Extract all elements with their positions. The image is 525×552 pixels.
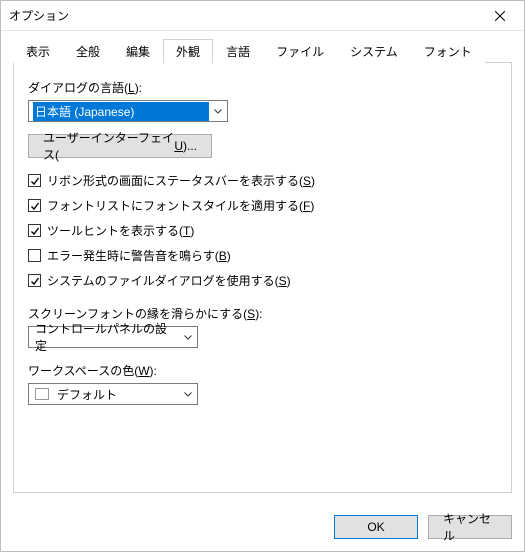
color-swatch-icon: [35, 388, 49, 400]
chevron-down-icon: [179, 392, 197, 397]
tab-font[interactable]: フォント: [411, 39, 485, 63]
tab-edit[interactable]: 編集: [113, 39, 163, 63]
chevron-down-icon: [179, 335, 197, 340]
checkbox-icon: [28, 174, 41, 187]
check-fontlist-style[interactable]: フォントリストにフォントスタイルを適用する(F): [28, 197, 497, 214]
window-title: オプション: [9, 7, 478, 24]
tab-panel-appearance: ダイアログの言語(L): 日本語 (Japanese) ユーザーインターフェイス…: [13, 63, 512, 493]
check-ribbon-status-label: リボン形式の画面にステータスバーを表示する(S): [47, 172, 315, 189]
screen-font-smooth-select[interactable]: コントロールパネルの設定: [28, 326, 198, 348]
workspace-color-label: ワークスペースの色(W):: [28, 362, 497, 379]
checkbox-icon: [28, 199, 41, 212]
cancel-button[interactable]: キャンセル: [428, 515, 512, 539]
check-error-beep-label: エラー発生時に警告音を鳴らす(B): [47, 247, 231, 264]
check-fontlist-style-label: フォントリストにフォントスタイルを適用する(F): [47, 197, 314, 214]
check-ribbon-status[interactable]: リボン形式の画面にステータスバーを表示する(S): [28, 172, 497, 189]
tab-file[interactable]: ファイル: [263, 39, 337, 63]
check-error-beep[interactable]: エラー発生時に警告音を鳴らす(B): [28, 247, 497, 264]
tab-strip: 表示 全般 編集 外観 言語 ファイル システム フォント: [13, 39, 512, 63]
workspace-color-select[interactable]: デフォルト: [28, 383, 198, 405]
check-system-file-dialog[interactable]: システムのファイルダイアログを使用する(S): [28, 272, 497, 289]
checkbox-icon: [28, 274, 41, 287]
dialog-language-value: 日本語 (Japanese): [33, 102, 209, 121]
titlebar: オプション: [1, 1, 524, 31]
check-system-file-dialog-label: システムのファイルダイアログを使用する(S): [47, 272, 291, 289]
content-area: 表示 全般 編集 外観 言語 ファイル システム フォント ダイアログの言語(L…: [1, 31, 524, 505]
tab-general[interactable]: 全般: [63, 39, 113, 63]
tab-appearance[interactable]: 外観: [163, 39, 213, 64]
dialog-footer: OK キャンセル: [1, 505, 524, 551]
dialog-language-select[interactable]: 日本語 (Japanese): [28, 100, 228, 122]
checkbox-icon: [28, 224, 41, 237]
workspace-color-value: デフォルト: [55, 385, 179, 404]
tab-system[interactable]: システム: [337, 39, 411, 63]
tab-display[interactable]: 表示: [13, 39, 63, 63]
dialog-language-label: ダイアログの言語(L):: [28, 79, 497, 96]
screen-font-smooth-value: コントロールパネルの設定: [33, 319, 179, 355]
tab-language[interactable]: 言語: [213, 39, 263, 63]
checkbox-icon: [28, 249, 41, 262]
check-tooltips[interactable]: ツールヒントを表示する(T): [28, 222, 497, 239]
ok-button[interactable]: OK: [334, 515, 418, 539]
chevron-down-icon: [209, 109, 227, 114]
close-icon: [495, 11, 505, 21]
user-interface-button[interactable]: ユーザーインターフェイス(U)...: [28, 134, 212, 158]
check-tooltips-label: ツールヒントを表示する(T): [47, 222, 194, 239]
close-button[interactable]: [478, 2, 522, 30]
